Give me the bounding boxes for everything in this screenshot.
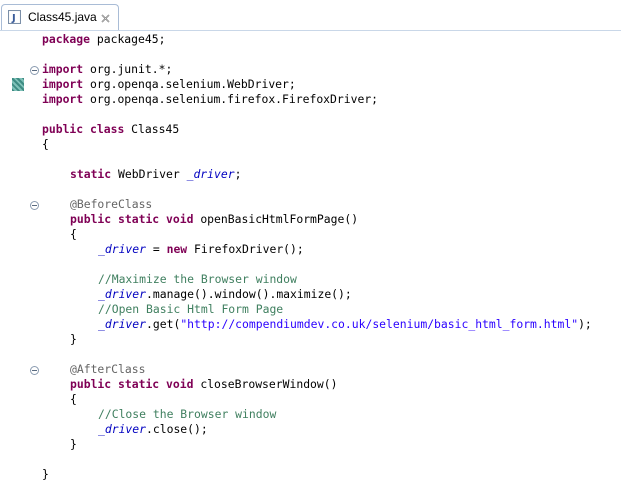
editor-tab-bar: J Class45.java [0,0,621,31]
code-line: import org.openqa.selenium.firefox.Firef… [42,92,379,106]
code-line: @BeforeClass [70,197,153,211]
code-line: package package45; [42,32,166,46]
tab-class45-java[interactable]: J Class45.java [1,4,119,30]
fold-toggle-icon[interactable] [30,201,39,210]
code-editor[interactable]: package package45; import org.junit.*; i… [0,31,621,495]
code-line: //Close the Browser window [98,407,277,421]
code-area[interactable]: package package45; import org.junit.*; i… [42,31,621,495]
code-line: _driver = new FirefoxDriver(); [98,242,304,256]
fold-toggle-icon[interactable] [30,366,39,375]
code-line: } [70,437,77,451]
java-file-icon: J [8,10,21,24]
code-line: //Maximize the Browser window [98,272,297,286]
change-marker-icon [12,78,24,91]
close-icon[interactable] [100,11,111,23]
code-line: import org.junit.*; [42,62,173,76]
code-line: public static void closeBrowserWindow() [70,377,338,391]
code-line: } [70,332,77,346]
svg-text:J: J [11,13,16,24]
code-line: static WebDriver _driver; [70,167,242,181]
fold-toggle-icon[interactable] [30,66,39,75]
code-line: //Open Basic Html Form Page [98,302,284,316]
code-line: { [42,137,49,151]
code-line: public static void openBasicHtmlFormPage… [70,212,359,226]
code-line: _driver.get("http://compendiumdev.co.uk/… [98,317,592,331]
code-line: @AfterClass [70,362,146,376]
editor-ruler [0,31,39,495]
code-line: } [42,467,49,481]
code-line: _driver.manage().window().maximize(); [98,287,352,301]
code-line: { [70,227,77,241]
code-line: _driver.close(); [98,422,208,436]
code-line: { [70,392,77,406]
tab-title: Class45.java [28,10,97,24]
code-line: import org.openqa.selenium.WebDriver; [42,77,296,91]
code-line: public class Class45 [42,122,180,136]
